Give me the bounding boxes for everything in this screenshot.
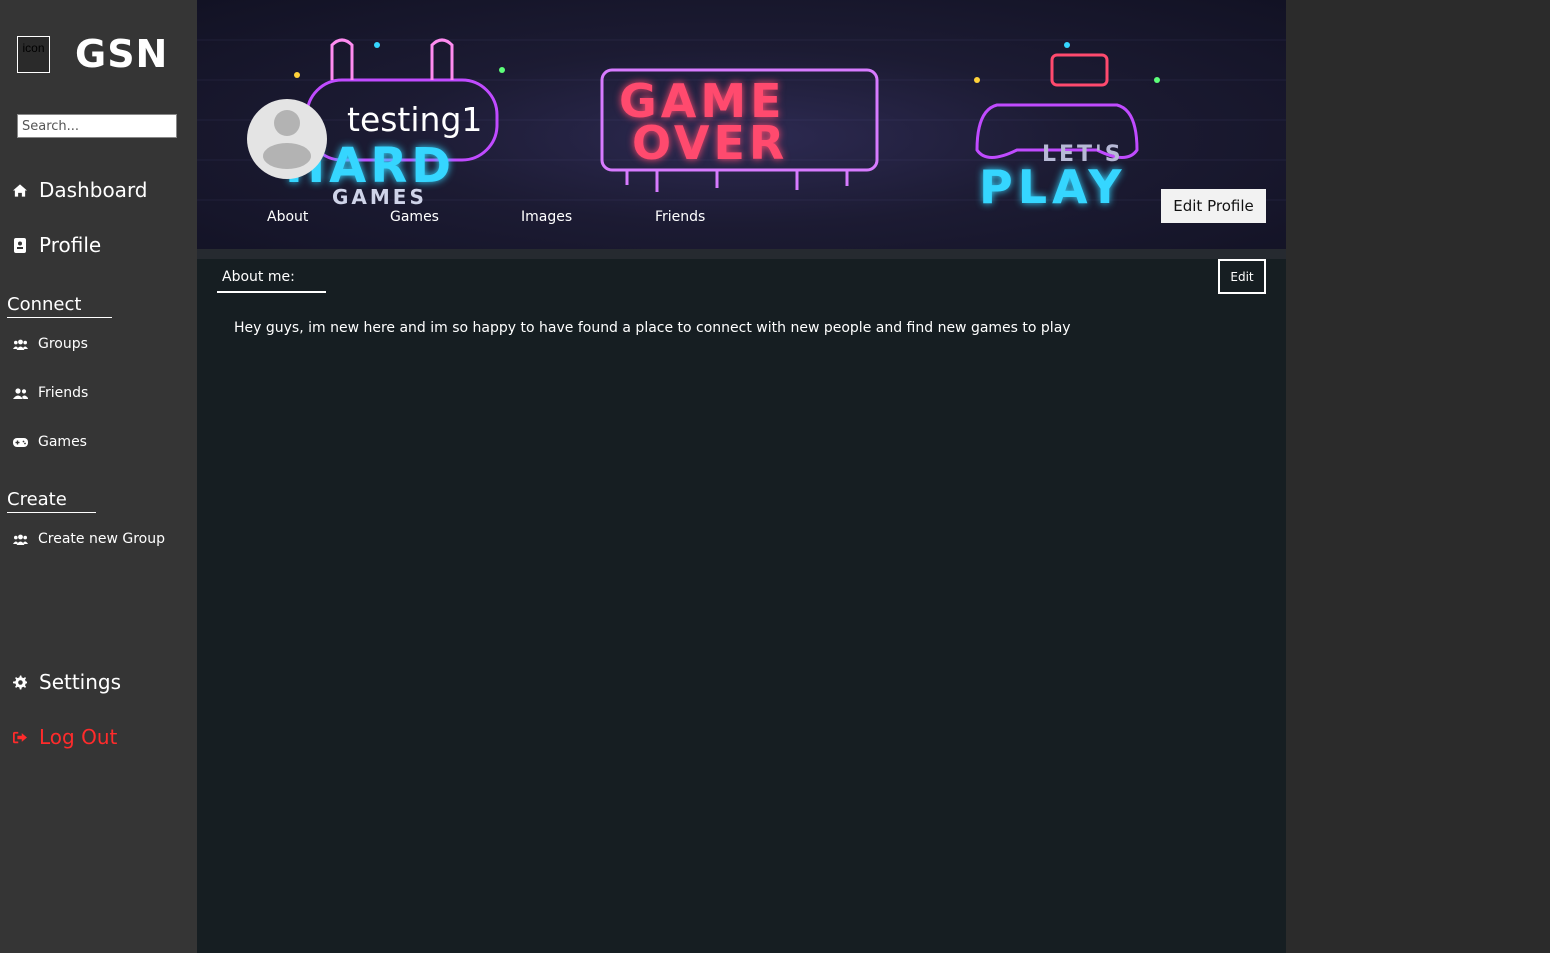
sidebar: icon GSN Dashboard Profile Connect Group… (0, 0, 197, 953)
edit-about-button[interactable]: Edit (1218, 259, 1266, 294)
avatar[interactable] (247, 99, 327, 179)
sidebar-item-label: Groups (38, 336, 88, 352)
connect-heading: Connect (7, 294, 112, 318)
sidebar-item-label: Dashboard (39, 178, 148, 202)
sidebar-item-label: Settings (39, 670, 122, 694)
tab-about[interactable]: About (267, 209, 308, 225)
sidebar-item-label: Profile (39, 233, 102, 257)
sidebar-item-profile[interactable]: Profile (13, 233, 101, 257)
sidebar-item-groups[interactable]: Groups (13, 336, 88, 352)
sidebar-item-label: Friends (38, 385, 89, 401)
id-badge-icon (13, 237, 27, 253)
users-icon (13, 533, 28, 545)
sign-out-icon (13, 729, 27, 745)
logo-icon: icon (17, 36, 50, 73)
banner-text-over: OVER (632, 116, 789, 170)
edit-profile-button[interactable]: Edit Profile (1161, 189, 1266, 223)
tab-friends[interactable]: Friends (655, 209, 705, 225)
tab-images[interactable]: Images (521, 209, 572, 225)
sidebar-item-label: Games (38, 434, 87, 450)
about-text: Hey guys, im new here and im so happy to… (234, 320, 1071, 336)
home-icon (13, 182, 27, 198)
gamepad-icon (13, 436, 28, 448)
sidebar-item-games[interactable]: Games (13, 434, 87, 450)
create-heading: Create (7, 489, 96, 513)
profile-banner: HARD GAMES GAME OVER LET'S PLAY testing1… (197, 0, 1286, 249)
about-heading: About me: (217, 269, 326, 293)
search-input[interactable] (17, 114, 177, 138)
sidebar-item-dashboard[interactable]: Dashboard (13, 178, 148, 202)
users-icon (13, 338, 28, 350)
sidebar-item-settings[interactable]: Settings (13, 670, 121, 694)
gear-icon (13, 674, 27, 690)
sidebar-item-create-group[interactable]: Create new Group (13, 531, 165, 547)
main-content: HARD GAMES GAME OVER LET'S PLAY testing1… (197, 0, 1286, 953)
banner-text-play: PLAY (979, 160, 1127, 214)
sidebar-item-logout[interactable]: Log Out (13, 725, 117, 749)
user-friends-icon (13, 387, 28, 399)
banner-text-games: GAMES (332, 185, 427, 209)
logo[interactable]: icon GSN (17, 32, 167, 76)
brand-name: GSN (75, 32, 169, 76)
user-placeholder-icon (263, 110, 311, 169)
tab-games[interactable]: Games (390, 209, 439, 225)
profile-username: testing1 (347, 100, 483, 139)
sidebar-item-friends[interactable]: Friends (13, 385, 88, 401)
sidebar-item-label: Create new Group (38, 531, 165, 547)
sidebar-item-label: Log Out (39, 725, 118, 749)
banner-divider (197, 249, 1286, 259)
